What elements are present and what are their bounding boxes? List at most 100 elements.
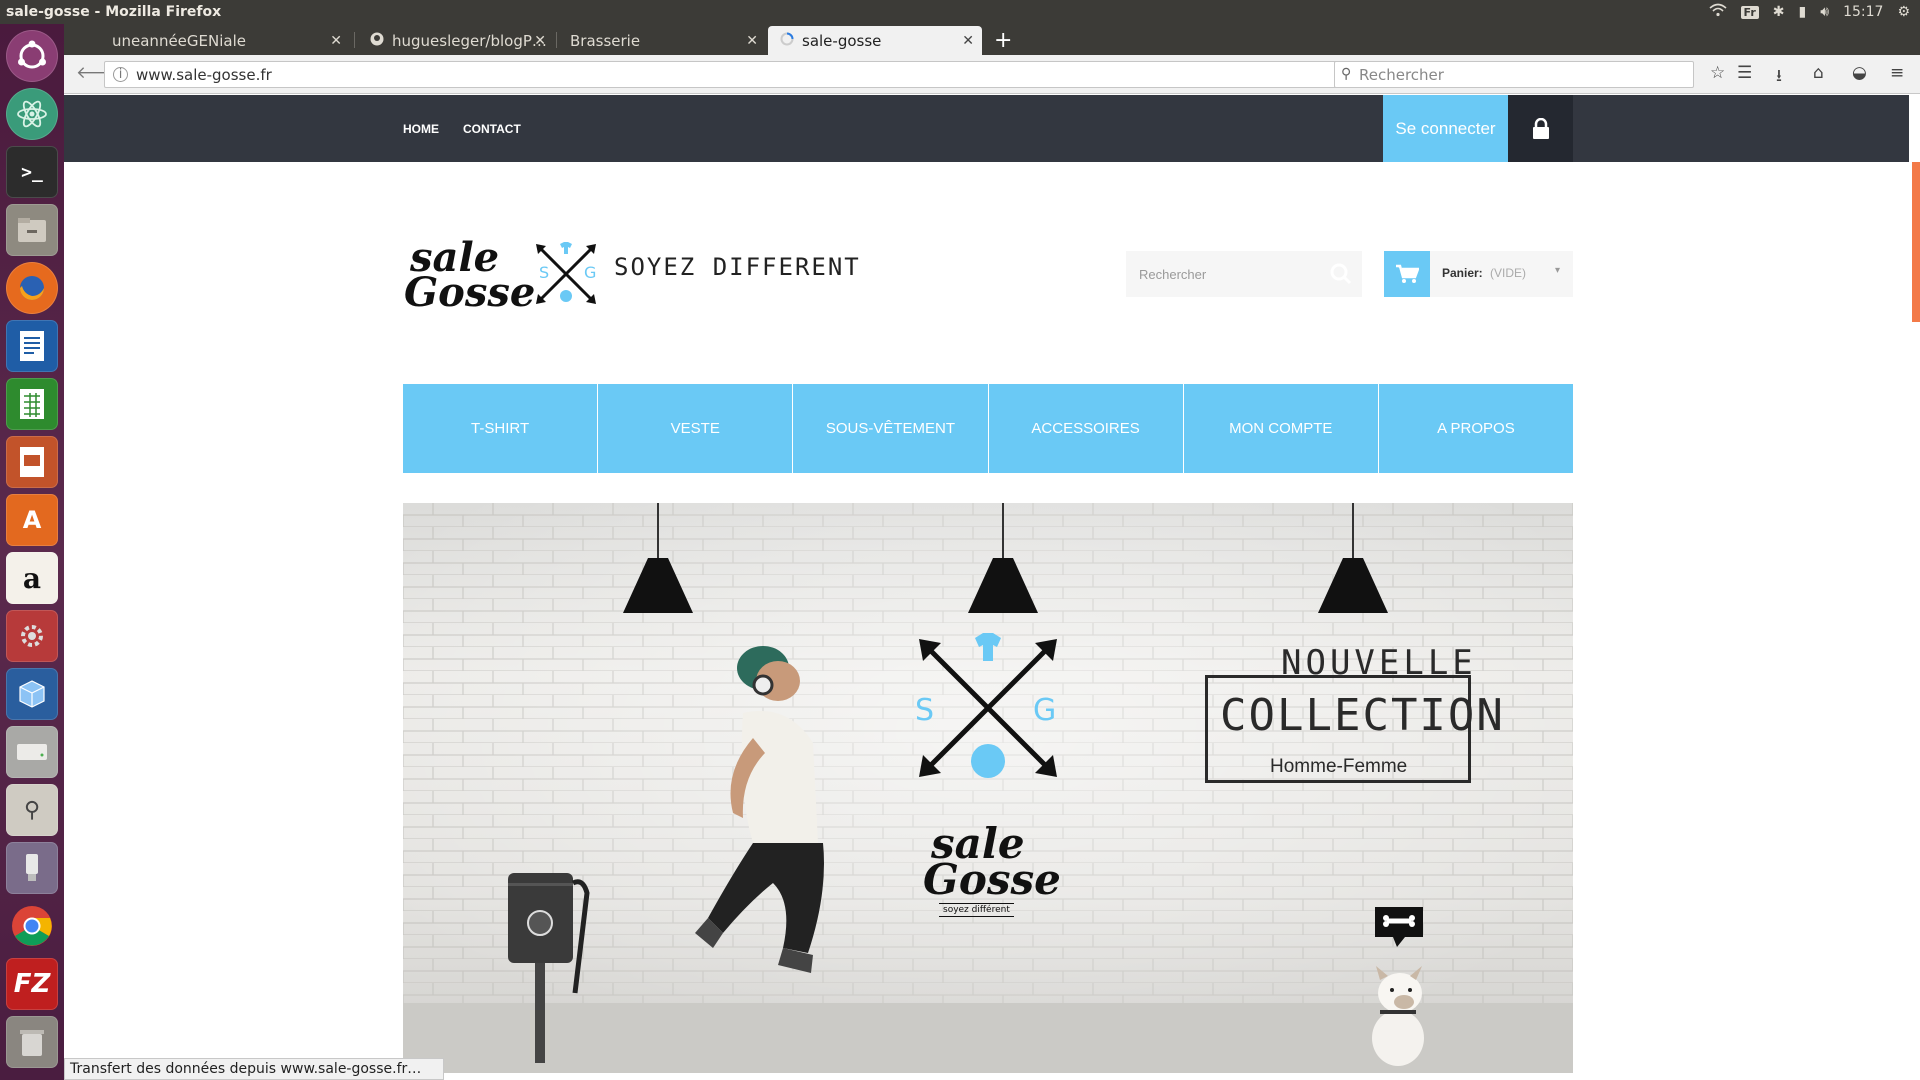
site-slogan: SOYEZ DIFFERENT bbox=[614, 253, 861, 281]
tab-label: huguesleger/blogP… bbox=[392, 31, 547, 50]
tab-label: uneannéeGENiale bbox=[112, 31, 246, 50]
browser-search-input[interactable]: ⚲ Rechercher bbox=[1334, 61, 1694, 88]
virtualbox-icon[interactable] bbox=[6, 668, 58, 720]
url-bar[interactable]: i www.sale-gosse.fr ✕ bbox=[104, 61, 1369, 88]
bluetooth-icon[interactable]: ✱ bbox=[1773, 4, 1785, 20]
menu-item-a-propos[interactable]: A PROPOS bbox=[1379, 384, 1573, 473]
downloads-icon[interactable]: ⭳ bbox=[1776, 63, 1782, 92]
cart-block[interactable]: Panier: (VIDE) ▾ bbox=[1384, 251, 1573, 297]
search-placeholder: Rechercher bbox=[1359, 65, 1444, 84]
bulldog-illustration bbox=[1372, 966, 1424, 1066]
speech-bubble-bone-icon bbox=[1375, 907, 1423, 947]
close-icon[interactable]: ✕ bbox=[746, 33, 758, 49]
writer-icon[interactable] bbox=[6, 320, 58, 372]
banner-collection-sub: Homme-Femme bbox=[1270, 756, 1408, 777]
ubuntu-icon[interactable] bbox=[6, 30, 58, 82]
pocket-icon[interactable]: ◒ bbox=[1852, 63, 1867, 83]
page-scrollbar-thumb[interactable] bbox=[1912, 162, 1920, 322]
tab-label: sale-gosse bbox=[802, 31, 882, 50]
new-tab-button[interactable]: + bbox=[984, 26, 1020, 55]
logo-letter-s: S bbox=[539, 263, 550, 282]
page-viewport: HOME CONTACT Se connecter sale Gosse S G… bbox=[64, 95, 1920, 1080]
trash-icon[interactable] bbox=[6, 1016, 58, 1068]
tab-separator bbox=[354, 32, 355, 48]
github-icon bbox=[370, 32, 384, 50]
search-icon[interactable] bbox=[1330, 263, 1352, 288]
firefox-icon[interactable] bbox=[6, 262, 58, 314]
nav-contact-link[interactable]: CONTACT bbox=[463, 122, 521, 136]
url-text[interactable]: www.sale-gosse.fr bbox=[136, 66, 272, 84]
pendant-lamp-icon bbox=[968, 503, 1038, 613]
loading-spinner-icon bbox=[780, 32, 794, 50]
wifi-icon[interactable] bbox=[1709, 3, 1727, 21]
logo-word-2: Gosse bbox=[404, 269, 536, 316]
banner-logo-word-2: Gosse bbox=[923, 855, 1061, 904]
filezilla-icon[interactable]: FZ bbox=[6, 958, 58, 1010]
lock-icon[interactable] bbox=[1508, 95, 1573, 162]
close-icon[interactable]: ✕ bbox=[962, 33, 974, 49]
files-icon[interactable] bbox=[6, 204, 58, 256]
calc-icon[interactable] bbox=[6, 378, 58, 430]
banner-collection-title: COLLECTION bbox=[1220, 690, 1505, 741]
banner-letter-s: S bbox=[915, 693, 935, 728]
tab-label: Brasserie bbox=[570, 31, 641, 50]
search-icon: ⚲ bbox=[1341, 66, 1352, 82]
tab-brasserie[interactable]: Brasserie ✕ bbox=[558, 26, 766, 55]
menu-hamburger-icon[interactable]: ≡ bbox=[1890, 63, 1904, 83]
scanner-icon[interactable]: ⚲ bbox=[6, 784, 58, 836]
cart-label: Panier: bbox=[1442, 266, 1483, 280]
system-top-panel: sale-gosse - Mozilla Firefox Fr ✱ ▮ 🔊︎ 1… bbox=[0, 0, 1920, 24]
info-icon[interactable]: i bbox=[113, 67, 128, 82]
close-icon[interactable]: ✕ bbox=[330, 33, 342, 49]
volume-icon[interactable]: 🔊︎ bbox=[1820, 4, 1829, 20]
home-icon[interactable]: ⌂ bbox=[1813, 63, 1824, 83]
battery-icon[interactable]: ▮ bbox=[1799, 4, 1807, 20]
launcher: >_ A a ⚲ FZ bbox=[0, 24, 64, 1080]
menu-item-sous-vetement[interactable]: SOUS-VÊTEMENT bbox=[793, 384, 989, 473]
chevron-down-icon[interactable]: ▾ bbox=[1555, 265, 1560, 276]
drive-icon[interactable] bbox=[6, 726, 58, 778]
tab-separator bbox=[556, 32, 557, 48]
tab-uneannee[interactable]: uneannéeGENiale ✕ bbox=[100, 26, 350, 55]
terminal-icon[interactable]: >_ bbox=[6, 146, 58, 198]
navigation-toolbar: 🡐 i www.sale-gosse.fr ✕ ⚲ Rechercher ☆ ☰… bbox=[64, 55, 1920, 94]
trash-bin-illustration bbox=[508, 873, 590, 1063]
menu-item-accessoires[interactable]: ACCESSOIRES bbox=[989, 384, 1184, 473]
impress-icon[interactable] bbox=[6, 436, 58, 488]
status-bar: Transfert des données depuis www.sale-go… bbox=[64, 1058, 444, 1080]
site-header: HOME CONTACT Se connecter bbox=[64, 95, 1909, 162]
window-title: sale-gosse - Mozilla Firefox bbox=[6, 4, 222, 20]
tab-bar: uneannéeGENiale ✕ huguesleger/blogP… ✕ B… bbox=[64, 24, 1920, 55]
hero-banner[interactable]: S G sale Gosse soyez différent NOUVELLE … bbox=[403, 503, 1573, 1073]
usb-icon[interactable] bbox=[6, 842, 58, 894]
menu-item-mon-compte[interactable]: MON COMPTE bbox=[1184, 384, 1379, 473]
cart-status: (VIDE) bbox=[1490, 266, 1526, 280]
bookmarks-list-icon[interactable]: ☰ bbox=[1737, 63, 1752, 83]
site-search-placeholder: Rechercher bbox=[1139, 266, 1207, 282]
logo-letter-g: G bbox=[584, 263, 597, 282]
close-icon[interactable]: ✕ bbox=[534, 33, 546, 49]
menu-item-veste[interactable]: VESTE bbox=[598, 384, 794, 473]
amazon-icon[interactable]: a bbox=[6, 552, 58, 604]
collection-frame: COLLECTION Homme-Femme bbox=[1205, 675, 1503, 783]
main-menu: T-SHIRT VESTE SOUS-VÊTEMENT ACCESSOIRES … bbox=[403, 384, 1573, 473]
pendant-lamp-icon bbox=[1318, 503, 1388, 613]
nav-home-link[interactable]: HOME bbox=[403, 122, 439, 136]
menu-item-tshirt[interactable]: T-SHIRT bbox=[403, 384, 599, 473]
keyboard-layout-indicator[interactable]: Fr bbox=[1740, 5, 1759, 19]
bookmark-star-icon[interactable]: ☆ bbox=[1710, 63, 1725, 83]
tab-sale-gosse[interactable]: sale-gosse ✕ bbox=[768, 26, 982, 55]
tab-blog[interactable]: huguesleger/blogP… ✕ bbox=[358, 26, 554, 55]
system-gear-icon[interactable]: ⚙ bbox=[1897, 4, 1910, 20]
cart-icon bbox=[1384, 251, 1430, 297]
banner-logo-tagline: soyez différent bbox=[939, 903, 1014, 917]
settings-icon[interactable] bbox=[6, 610, 58, 662]
chrome-icon[interactable] bbox=[6, 900, 58, 952]
login-button[interactable]: Se connecter bbox=[1383, 95, 1508, 162]
jumping-man-illustration bbox=[695, 646, 824, 973]
clock[interactable]: 15:17 bbox=[1843, 4, 1883, 20]
atom-icon[interactable] bbox=[6, 88, 58, 140]
site-search-input[interactable]: Rechercher bbox=[1126, 251, 1362, 297]
software-center-icon[interactable]: A bbox=[6, 494, 58, 546]
banner-letter-g: G bbox=[1033, 693, 1057, 728]
